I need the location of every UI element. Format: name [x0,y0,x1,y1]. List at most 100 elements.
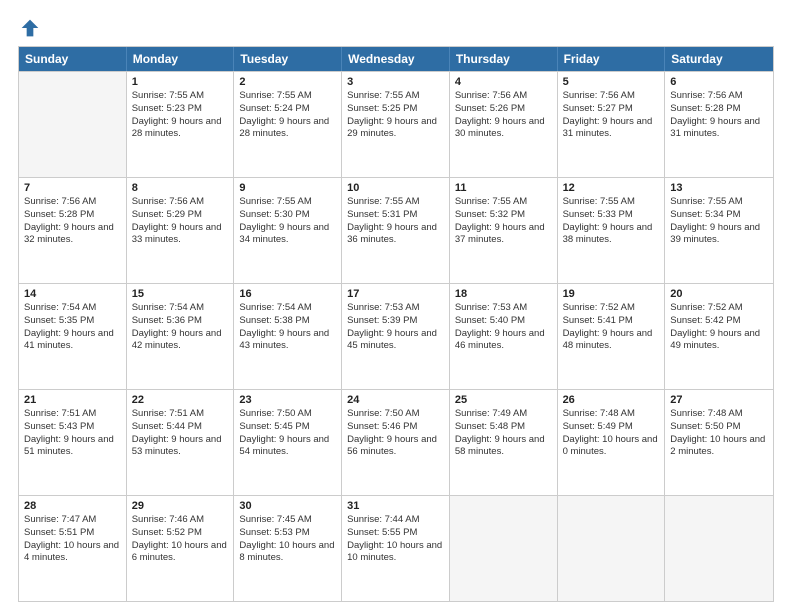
sunrise-text: Sunrise: 7:54 AM [24,302,121,315]
sunset-text: Sunset: 5:34 PM [670,209,768,222]
sunrise-text: Sunrise: 7:56 AM [24,196,121,209]
daylight-text-cont: 29 minutes. [347,128,444,141]
day-number: 27 [670,394,768,406]
daylight-text-cont: 56 minutes. [347,446,444,459]
calendar-cell [450,496,558,601]
calendar-cell: 14Sunrise: 7:54 AMSunset: 5:35 PMDayligh… [19,284,127,389]
day-number: 1 [132,76,229,88]
calendar-cell [558,496,666,601]
header-day-thursday: Thursday [450,47,558,71]
daylight-text: Daylight: 9 hours and [24,434,121,447]
day-number: 22 [132,394,229,406]
sunrise-text: Sunrise: 7:48 AM [670,408,768,421]
daylight-text-cont: 4 minutes. [24,552,121,565]
daylight-text-cont: 42 minutes. [132,340,229,353]
sunrise-text: Sunrise: 7:55 AM [239,196,336,209]
sunrise-text: Sunrise: 7:56 AM [132,196,229,209]
day-number: 5 [563,76,660,88]
sunrise-text: Sunrise: 7:52 AM [670,302,768,315]
sunset-text: Sunset: 5:43 PM [24,421,121,434]
sunrise-text: Sunrise: 7:47 AM [24,514,121,527]
sunset-text: Sunset: 5:32 PM [455,209,552,222]
day-number: 9 [239,182,336,194]
daylight-text: Daylight: 9 hours and [347,328,444,341]
sunset-text: Sunset: 5:51 PM [24,527,121,540]
calendar-cell: 30Sunrise: 7:45 AMSunset: 5:53 PMDayligh… [234,496,342,601]
daylight-text-cont: 31 minutes. [563,128,660,141]
sunset-text: Sunset: 5:26 PM [455,103,552,116]
sunset-text: Sunset: 5:49 PM [563,421,660,434]
sunset-text: Sunset: 5:41 PM [563,315,660,328]
sunrise-text: Sunrise: 7:55 AM [563,196,660,209]
header [18,18,774,38]
calendar-header: SundayMondayTuesdayWednesdayThursdayFrid… [19,47,773,71]
calendar-cell: 4Sunrise: 7:56 AMSunset: 5:26 PMDaylight… [450,72,558,177]
day-number: 17 [347,288,444,300]
calendar-cell: 27Sunrise: 7:48 AMSunset: 5:50 PMDayligh… [665,390,773,495]
sunrise-text: Sunrise: 7:56 AM [455,90,552,103]
daylight-text: Daylight: 9 hours and [24,222,121,235]
calendar-cell: 2Sunrise: 7:55 AMSunset: 5:24 PMDaylight… [234,72,342,177]
day-number: 11 [455,182,552,194]
calendar-cell: 21Sunrise: 7:51 AMSunset: 5:43 PMDayligh… [19,390,127,495]
daylight-text-cont: 51 minutes. [24,446,121,459]
daylight-text: Daylight: 9 hours and [239,328,336,341]
sunrise-text: Sunrise: 7:49 AM [455,408,552,421]
sunrise-text: Sunrise: 7:51 AM [24,408,121,421]
sunset-text: Sunset: 5:28 PM [24,209,121,222]
calendar-cell: 19Sunrise: 7:52 AMSunset: 5:41 PMDayligh… [558,284,666,389]
header-day-saturday: Saturday [665,47,773,71]
daylight-text-cont: 6 minutes. [132,552,229,565]
daylight-text-cont: 43 minutes. [239,340,336,353]
calendar-cell: 25Sunrise: 7:49 AMSunset: 5:48 PMDayligh… [450,390,558,495]
daylight-text-cont: 58 minutes. [455,446,552,459]
sunset-text: Sunset: 5:31 PM [347,209,444,222]
day-number: 24 [347,394,444,406]
day-number: 15 [132,288,229,300]
calendar-cell: 5Sunrise: 7:56 AMSunset: 5:27 PMDaylight… [558,72,666,177]
daylight-text-cont: 45 minutes. [347,340,444,353]
daylight-text: Daylight: 9 hours and [239,222,336,235]
calendar-row: 21Sunrise: 7:51 AMSunset: 5:43 PMDayligh… [19,389,773,495]
sunset-text: Sunset: 5:38 PM [239,315,336,328]
calendar-cell: 1Sunrise: 7:55 AMSunset: 5:23 PMDaylight… [127,72,235,177]
day-number: 14 [24,288,121,300]
daylight-text-cont: 49 minutes. [670,340,768,353]
daylight-text-cont: 28 minutes. [132,128,229,141]
daylight-text-cont: 32 minutes. [24,234,121,247]
daylight-text: Daylight: 9 hours and [670,222,768,235]
daylight-text: Daylight: 9 hours and [24,328,121,341]
sunrise-text: Sunrise: 7:56 AM [670,90,768,103]
calendar-cell [665,496,773,601]
sunset-text: Sunset: 5:25 PM [347,103,444,116]
daylight-text: Daylight: 10 hours and [670,434,768,447]
sunset-text: Sunset: 5:29 PM [132,209,229,222]
sunrise-text: Sunrise: 7:44 AM [347,514,444,527]
logo-icon [20,18,40,38]
sunset-text: Sunset: 5:44 PM [132,421,229,434]
calendar-cell: 31Sunrise: 7:44 AMSunset: 5:55 PMDayligh… [342,496,450,601]
daylight-text-cont: 34 minutes. [239,234,336,247]
daylight-text: Daylight: 9 hours and [455,328,552,341]
day-number: 28 [24,500,121,512]
header-day-sunday: Sunday [19,47,127,71]
daylight-text: Daylight: 9 hours and [670,328,768,341]
daylight-text: Daylight: 9 hours and [563,116,660,129]
day-number: 25 [455,394,552,406]
daylight-text: Daylight: 9 hours and [239,116,336,129]
header-day-wednesday: Wednesday [342,47,450,71]
daylight-text: Daylight: 9 hours and [132,434,229,447]
daylight-text-cont: 10 minutes. [347,552,444,565]
daylight-text-cont: 28 minutes. [239,128,336,141]
daylight-text: Daylight: 9 hours and [563,222,660,235]
calendar-cell: 11Sunrise: 7:55 AMSunset: 5:32 PMDayligh… [450,178,558,283]
sunset-text: Sunset: 5:55 PM [347,527,444,540]
calendar-row: 7Sunrise: 7:56 AMSunset: 5:28 PMDaylight… [19,177,773,283]
sunrise-text: Sunrise: 7:53 AM [347,302,444,315]
daylight-text: Daylight: 9 hours and [455,116,552,129]
daylight-text-cont: 31 minutes. [670,128,768,141]
day-number: 6 [670,76,768,88]
day-number: 26 [563,394,660,406]
daylight-text: Daylight: 9 hours and [347,434,444,447]
calendar-cell: 29Sunrise: 7:46 AMSunset: 5:52 PMDayligh… [127,496,235,601]
